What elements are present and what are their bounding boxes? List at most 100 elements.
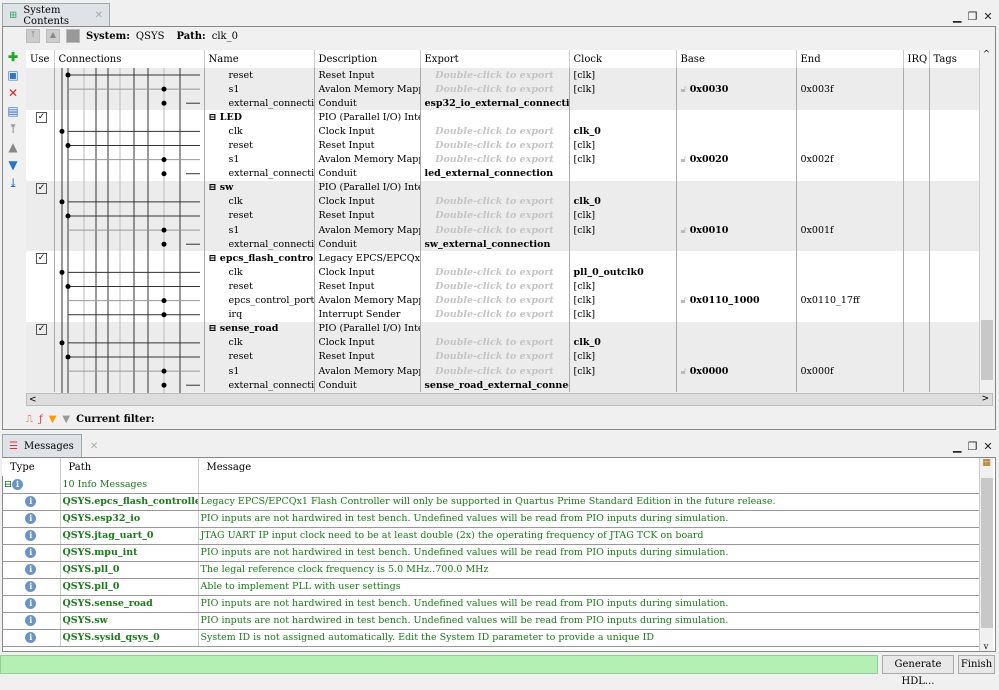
col-connections[interactable]: Connections xyxy=(54,50,205,68)
export[interactable]: Double-click to export xyxy=(435,126,554,137)
clock[interactable]: clk_0 xyxy=(574,196,601,207)
message-row[interactable]: i QSYS.sense_road PIO inputs are not hardw… xyxy=(2,595,980,613)
col-description[interactable]: Description xyxy=(314,50,421,68)
lock-icon[interactable]: 🔓︎ xyxy=(681,366,687,377)
clock[interactable]: [clk] xyxy=(574,281,596,292)
message-summary-row[interactable]: ⊟ i 10 Info Messages xyxy=(2,476,980,494)
remove-icon[interactable]: ✕ xyxy=(5,86,21,100)
base-address[interactable]: 0x0010 xyxy=(690,225,729,236)
col-type[interactable]: Type xyxy=(2,458,61,476)
message-row[interactable]: i QSYS.sysid_qsys_0 System ID is not assig… xyxy=(2,629,980,647)
up-level-button[interactable]: ▲ xyxy=(46,29,60,43)
tab-messages[interactable]: ☰ Messages ✕ xyxy=(2,434,98,458)
col-use[interactable]: Use xyxy=(26,50,55,68)
col-path[interactable]: Path xyxy=(60,458,199,476)
use-checkbox[interactable]: ✓ xyxy=(36,253,47,265)
minimize-icon[interactable]: ▁ xyxy=(953,10,961,23)
base-address[interactable]: 0x0110_1000 xyxy=(690,295,760,306)
message-row[interactable]: i QSYS.epcs_flash_controller_0Legacy EPCS… xyxy=(2,493,980,511)
export[interactable]: Double-click to export xyxy=(435,267,554,278)
export[interactable]: Double-click to export xyxy=(435,281,554,292)
use-checkbox[interactable]: ✓ xyxy=(36,323,47,335)
add-component-icon[interactable]: ▣ xyxy=(5,68,21,82)
clock[interactable]: [clk] xyxy=(574,140,596,151)
export[interactable]: Double-click to export xyxy=(435,295,554,306)
clock[interactable]: [clk] xyxy=(574,366,596,377)
col-irq[interactable]: IRQ xyxy=(903,50,930,68)
export[interactable]: sw_external_connection xyxy=(425,239,551,250)
hide-signals-icon[interactable]: ƒ xyxy=(39,414,43,425)
message-filter-icon[interactable]: ▦ xyxy=(980,458,993,468)
export[interactable]: Double-click to export xyxy=(435,70,554,81)
lock-icon[interactable]: 🔓︎ xyxy=(681,154,687,165)
scroll-thumb[interactable] xyxy=(981,478,993,628)
clock[interactable]: [clk] xyxy=(574,70,596,81)
export[interactable]: Double-click to export xyxy=(435,225,554,236)
message-row[interactable]: i QSYS.jtag_uart_0 JTAG UART IP input cloc… xyxy=(2,527,980,545)
top-level-button[interactable]: ⤒ xyxy=(26,29,40,43)
move-down-icon[interactable]: ▼ xyxy=(5,158,21,172)
scroll-up-icon[interactable]: ^ xyxy=(980,50,993,60)
lock-icon[interactable]: 🔓︎ xyxy=(681,225,687,236)
close-tab-icon[interactable]: ✕ xyxy=(95,10,103,21)
col-name[interactable]: Name xyxy=(204,50,315,68)
col-end[interactable]: End xyxy=(796,50,904,68)
use-checkbox[interactable]: ✓ xyxy=(36,182,47,194)
edit-icon[interactable]: ▤ xyxy=(5,104,21,118)
export[interactable]: sense_road_external_connection xyxy=(425,380,569,391)
close-icon[interactable]: ✕ xyxy=(983,10,992,23)
export[interactable]: esp32_io_external_connection xyxy=(425,98,569,109)
col-clock[interactable]: Clock xyxy=(569,50,677,68)
clock[interactable]: [clk] xyxy=(574,84,596,95)
clock[interactable]: [clk] xyxy=(574,210,596,221)
clock[interactable]: [clk] xyxy=(574,154,596,165)
col-message[interactable]: Message xyxy=(198,458,980,476)
clear-filter-icon[interactable]: ▼ xyxy=(62,414,70,425)
col-export[interactable]: Export xyxy=(420,50,570,68)
expand-icon[interactable]: ⊟ xyxy=(209,182,217,193)
move-top-icon[interactable]: ⤒ xyxy=(5,122,21,136)
clock[interactable]: [clk] xyxy=(574,225,596,236)
export[interactable]: Double-click to export xyxy=(435,351,554,362)
export[interactable]: Double-click to export xyxy=(435,140,554,151)
clock[interactable]: [clk] xyxy=(574,309,596,320)
expand-icon[interactable]: ⊟ xyxy=(209,253,217,264)
clock[interactable]: [clk] xyxy=(574,295,596,306)
tab-system-contents[interactable]: ⊞ System Contents ✕ xyxy=(2,3,110,27)
hierarchy-icon[interactable] xyxy=(66,29,80,43)
clock[interactable]: pll_0_outclk0 xyxy=(574,267,644,278)
move-up-icon[interactable]: ▲ xyxy=(5,140,21,154)
message-row[interactable]: i QSYS.pll_0 Able to implement PLL with us… xyxy=(2,578,980,596)
generate-hdl-button[interactable]: Generate HDL... xyxy=(882,655,954,687)
lock-icon[interactable]: 🔓︎ xyxy=(681,84,687,95)
col-base[interactable]: Base xyxy=(676,50,797,68)
use-checkbox[interactable]: ✓ xyxy=(36,112,47,124)
message-row[interactable]: i QSYS.sw PIO inputs are not hardwired in … xyxy=(2,612,980,630)
add-icon[interactable]: ✚ xyxy=(5,50,21,64)
expand-icon[interactable]: ⊟ xyxy=(209,112,217,123)
lock-icon[interactable]: 🔓︎ xyxy=(681,295,687,306)
restore-icon[interactable]: ❐ xyxy=(967,440,977,453)
export[interactable]: Double-click to export xyxy=(435,154,554,165)
restore-icon[interactable]: ❐ xyxy=(967,10,977,23)
clock[interactable]: clk_0 xyxy=(574,126,601,137)
export[interactable]: Double-click to export xyxy=(435,210,554,221)
messages-scrollbar[interactable]: ▦ v xyxy=(979,458,993,651)
move-bottom-icon[interactable]: ⤓ xyxy=(5,176,21,190)
expand-icon[interactable]: ⊟ xyxy=(209,323,217,334)
message-row[interactable]: i QSYS.pll_0 The legal reference clock fre… xyxy=(2,561,980,579)
scroll-down-icon[interactable]: v xyxy=(980,642,992,651)
message-row[interactable]: i QSYS.mpu_int PIO inputs are not hardwire… xyxy=(2,544,980,562)
export[interactable]: Double-click to export xyxy=(435,196,554,207)
finish-button[interactable]: Finish xyxy=(958,655,995,674)
scroll-left-icon[interactable]: < xyxy=(27,395,37,405)
export[interactable]: Double-click to export xyxy=(435,366,554,377)
scroll-right-icon[interactable]: > xyxy=(981,394,989,404)
table-horizontal-scrollbar[interactable]: < > xyxy=(26,393,993,406)
clock[interactable]: clk_0 xyxy=(574,337,601,348)
table-vertical-scrollbar[interactable]: ^ xyxy=(979,50,993,393)
export[interactable]: Double-click to export xyxy=(435,84,554,95)
export[interactable]: Double-click to export xyxy=(435,309,554,320)
export[interactable]: led_external_connection xyxy=(425,168,554,179)
show-signals-icon[interactable]: ⎍ xyxy=(26,414,33,425)
